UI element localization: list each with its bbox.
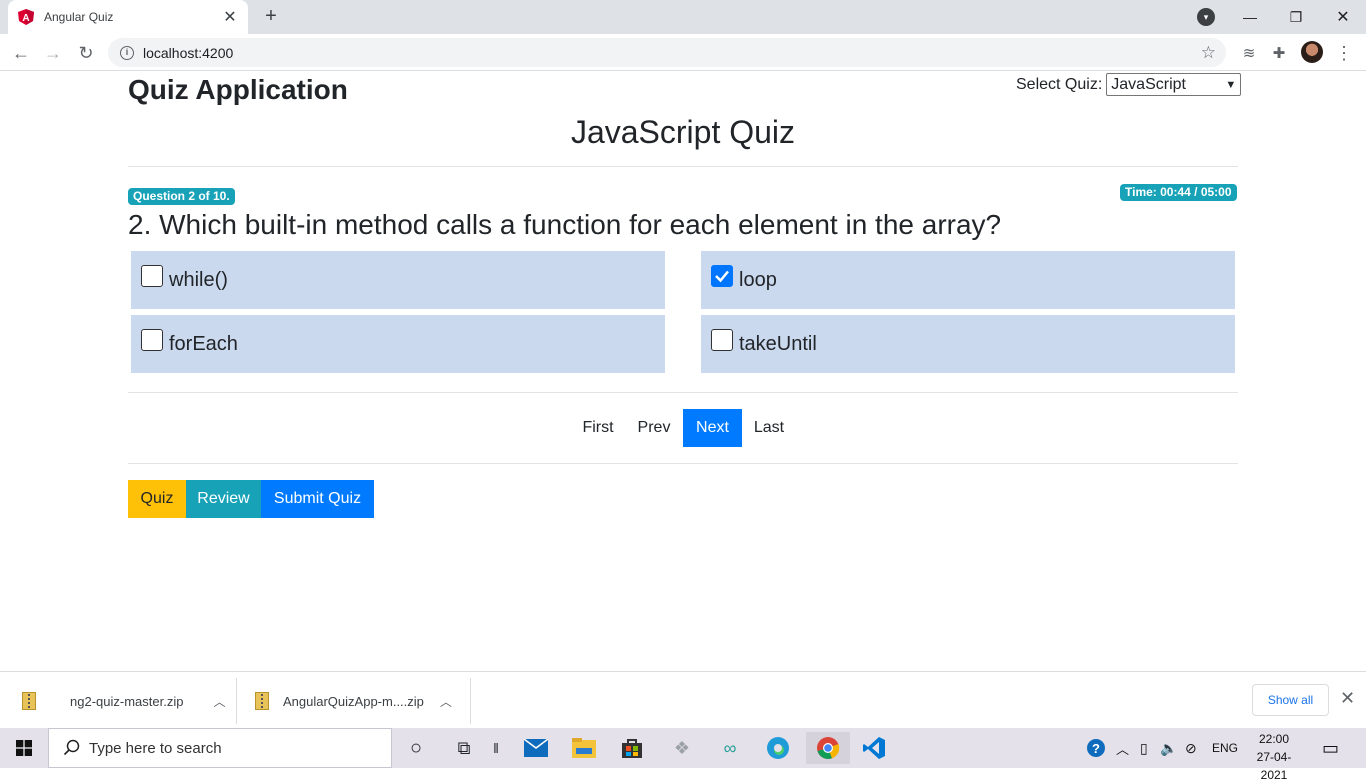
pager-last[interactable]: Last (745, 409, 793, 447)
option-4[interactable]: takeUntil (701, 315, 1235, 373)
close-window-icon[interactable]: ✕ (1320, 0, 1366, 34)
tab-title: Angular Quiz (44, 10, 114, 24)
divider (236, 678, 237, 724)
pager-prev[interactable]: Prev (628, 409, 680, 447)
show-all-button[interactable]: Show all (1252, 684, 1329, 716)
question-counter-badge: Question 2 of 10. (128, 188, 235, 205)
reload-icon[interactable]: ↻ (73, 40, 99, 66)
quiz-select-group: Select Quiz: JavaScript ▼ (1016, 73, 1242, 96)
extensions-puzzle-icon[interactable]: ✚ (1268, 42, 1290, 64)
timer-badge: Time: 00:44 / 05:00 (1120, 184, 1237, 201)
help-icon[interactable]: ? (1086, 728, 1106, 768)
store-icon[interactable] (616, 732, 648, 764)
option-3[interactable]: forEach (131, 315, 665, 373)
forward-arrow-icon[interactable]: → (40, 40, 66, 66)
restore-icon[interactable]: ❐ (1273, 0, 1319, 34)
option-label: loop (739, 268, 777, 291)
zip-file-icon (255, 692, 269, 710)
browser-toolbar: ← → ↻ i localhost:4200 ☆ ≋ ✚ ⋮ (0, 34, 1366, 71)
dropbox-icon[interactable]: ❖ (666, 732, 698, 764)
divider (128, 166, 1238, 167)
search-icon (63, 739, 80, 756)
task-view-icon[interactable]: ⧉ (448, 732, 480, 764)
zip-file-icon (22, 692, 36, 710)
chrome-icon[interactable] (806, 732, 850, 764)
download-item[interactable]: ng2-quiz-master.zip ︿ (22, 678, 225, 724)
option-2[interactable]: loop (701, 251, 1235, 309)
edge-icon[interactable] (762, 732, 794, 764)
mail-icon[interactable] (520, 732, 552, 764)
app-title: Quiz Application (128, 74, 348, 105)
file-explorer-icon[interactable] (568, 732, 600, 764)
quiz-mode-button[interactable]: Quiz (128, 480, 186, 518)
pager-next[interactable]: Next (683, 409, 742, 447)
volume-icon[interactable]: 🔈 (1160, 728, 1177, 768)
taskbar-search-input[interactable]: Type here to search (48, 728, 392, 768)
angular-logo-icon: A (18, 9, 34, 25)
cortana-icon[interactable]: ○ (400, 732, 432, 764)
browser-tab-bar: A Angular Quiz ✕ + ▾ — ❐ ✕ (0, 0, 1366, 34)
option-checkbox[interactable] (711, 329, 733, 351)
option-checkbox[interactable] (141, 265, 163, 287)
divider-icon: ‖ (493, 740, 499, 756)
tab-close-icon[interactable]: ✕ (222, 7, 238, 27)
chevron-down-icon: ▼ (1225, 78, 1237, 91)
option-checkbox-checked[interactable] (711, 265, 733, 287)
bookmark-star-icon[interactable]: ☆ (1201, 43, 1216, 63)
quiz-heading: JavaScript Quiz (570, 114, 796, 150)
divider (470, 678, 471, 724)
option-label: forEach (169, 332, 238, 355)
submit-quiz-button[interactable]: Submit Quiz (261, 480, 374, 518)
divider (128, 392, 1238, 393)
option-label: while() (169, 268, 228, 291)
clock-time: 22:00 (1258, 732, 1290, 746)
clock-date: 27-04-2021 (1256, 750, 1292, 782)
language-indicator[interactable]: ENG (1212, 728, 1238, 768)
quiz-select-label: Select Quiz: (1016, 75, 1103, 93)
quiz-select-value: JavaScript (1111, 75, 1186, 93)
download-bar: ng2-quiz-master.zip ︿ AngularQuizApp-m..… (0, 671, 1366, 728)
clock[interactable]: 22:00 27-04-2021 (1244, 730, 1304, 784)
review-button[interactable]: Review (186, 480, 261, 518)
option-1[interactable]: while() (131, 251, 665, 309)
browser-tab[interactable]: A Angular Quiz ✕ (8, 0, 248, 34)
svg-text:?: ? (1092, 741, 1100, 756)
arduino-icon[interactable]: ∞ (714, 732, 746, 764)
tab-search-icon[interactable]: ▾ (1197, 8, 1215, 26)
chevron-up-icon[interactable]: ︿ (440, 693, 452, 710)
windows-taskbar: Type here to search ○ ⧉ ‖ ❖ ∞ ? ︿ ▯ 🔈 ⊘ … (0, 728, 1366, 782)
notifications-icon[interactable]: ▭ (1322, 728, 1339, 768)
svg-text:A: A (22, 13, 29, 24)
profile-avatar[interactable] (1301, 41, 1323, 63)
checkmark-icon (715, 270, 729, 283)
media-router-icon[interactable]: ≋ (1238, 42, 1260, 64)
quiz-page: Quiz Application Select Quiz: JavaScript… (0, 72, 1366, 671)
chevron-up-icon[interactable]: ︿ (1116, 728, 1129, 768)
address-bar[interactable]: i localhost:4200 ☆ (108, 38, 1226, 67)
back-arrow-icon[interactable]: ← (8, 40, 34, 66)
network-icon[interactable]: ⊘ (1185, 728, 1197, 768)
new-tab-icon[interactable]: + (260, 5, 282, 27)
address-url: localhost:4200 (143, 44, 234, 61)
vscode-icon[interactable] (858, 732, 890, 764)
download-item[interactable]: AngularQuizApp-m....zip ︿ (255, 678, 452, 724)
option-checkbox[interactable] (141, 329, 163, 351)
pager-first[interactable]: First (572, 409, 624, 447)
windows-start-icon[interactable] (0, 728, 48, 768)
search-placeholder: Type here to search (89, 739, 222, 757)
minimize-icon[interactable]: — (1227, 0, 1273, 34)
download-filename: ng2-quiz-master.zip (70, 693, 184, 709)
battery-icon[interactable]: ▯ (1140, 728, 1148, 768)
divider (128, 463, 1238, 464)
site-info-icon[interactable]: i (120, 45, 134, 60)
quiz-select[interactable]: JavaScript ▼ (1106, 73, 1242, 96)
close-icon[interactable]: ✕ (1340, 688, 1355, 709)
option-label: takeUntil (739, 332, 817, 355)
chevron-up-icon[interactable]: ︿ (213, 693, 225, 710)
download-filename: AngularQuizApp-m....zip (283, 693, 424, 709)
browser-menu-icon[interactable]: ⋮ (1333, 42, 1355, 64)
question-text: 2. Which built-in method calls a functio… (128, 209, 1002, 240)
